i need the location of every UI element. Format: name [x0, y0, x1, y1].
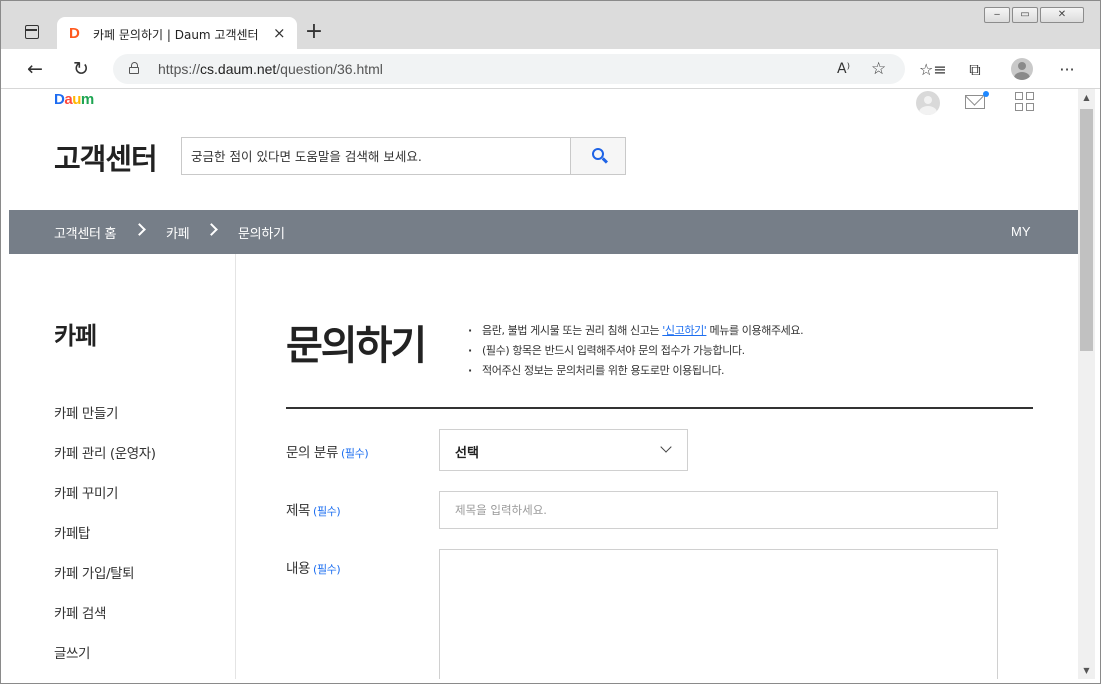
url-path: /question/36.html [276, 61, 383, 77]
add-favorite-icon[interactable]: ☆ [871, 60, 886, 78]
sidebar-item-writing[interactable]: 글쓰기 [54, 642, 90, 662]
category-label-text: 문의 분류 [286, 445, 338, 461]
url-host: cs.daum.net [200, 61, 277, 77]
help-search-box [181, 137, 626, 175]
notice-item: 적어주신 정보는 문의처리를 위한 용도로만 이용됩니다. [468, 361, 803, 381]
category-select[interactable]: 선택 [439, 429, 688, 471]
chevron-right-icon [205, 223, 218, 236]
report-link[interactable]: '신고하기' [662, 324, 707, 337]
notice-text: (필수) 항목은 반드시 입력해주셔야 문의 접수가 가능합니다. [482, 344, 745, 357]
notice-text: 적어주신 정보는 문의처리를 위한 용도로만 이용됩니다. [482, 364, 725, 377]
help-search-input[interactable] [182, 138, 570, 174]
sidebar-item-search[interactable]: 카페 검색 [54, 602, 106, 622]
browser-tab-active[interactable]: D 카페 문의하기 | Daum 고객센터 × [57, 17, 297, 49]
chevron-down-icon [660, 441, 672, 453]
more-menu-icon[interactable]: ··· [1056, 59, 1078, 81]
tab-actions-icon [25, 25, 39, 39]
maximize-button[interactable]: ▭ [1012, 7, 1038, 23]
minimize-button[interactable]: ‒ [984, 7, 1010, 23]
required-tag: (필수) [340, 447, 369, 460]
read-aloud-icon[interactable]: A⁾ [837, 60, 850, 78]
daum-favicon-icon: D [69, 25, 80, 42]
mail-icon[interactable] [965, 95, 985, 109]
notice-text: 음란, 불법 게시물 또는 권리 침해 신고는 [482, 324, 663, 337]
content-label-text: 내용 [286, 561, 311, 577]
sidebar-title: 카페 [54, 322, 97, 350]
scroll-thumb[interactable] [1080, 109, 1093, 351]
favorites-icon[interactable]: ☆≡ [919, 59, 947, 81]
breadcrumb-current: 문의하기 [238, 227, 285, 242]
lock-icon[interactable] [129, 62, 139, 74]
url-text[interactable]: https://cs.daum.net/question/36.html [158, 61, 383, 77]
logo-letter: m [80, 91, 94, 108]
browser-profile-icon[interactable] [1011, 58, 1033, 80]
apps-grid-icon[interactable] [1015, 92, 1035, 112]
window-controls: ‒ ▭ ✕ [982, 7, 1084, 23]
notice-item: (필수) 항목은 반드시 입력해주셔야 문의 접수가 가능합니다. [468, 341, 803, 361]
category-select-value: 선택 [455, 446, 479, 461]
breadcrumb-cafe[interactable]: 카페 [166, 223, 190, 242]
customer-center-title[interactable]: 고객센터 [54, 136, 158, 178]
page-title: 문의하기 [286, 323, 427, 369]
page-viewport: Daum 고객센터 고객센터 홈 카페 문의하기 MY 카페 카페 만들기 [9, 89, 1078, 679]
notice-item: 음란, 불법 게시물 또는 권리 침해 신고는 '신고하기' 메뉴를 이용해주세… [468, 321, 804, 341]
scroll-down-icon[interactable]: ▼ [1078, 662, 1095, 679]
logo-letter: u [72, 91, 81, 108]
browser-window: D 카페 문의하기 | Daum 고객센터 × + ‒ ▭ ✕ ← ↻ http… [0, 0, 1101, 684]
required-tag: (필수) [313, 505, 341, 518]
required-tag: (필수) [313, 563, 341, 576]
sidebar: 카페 카페 만들기 카페 관리 (운영자) 카페 꾸미기 카페탑 카페 가입/탈… [9, 254, 236, 679]
new-tab-button[interactable]: + [303, 19, 325, 45]
my-link[interactable]: MY [1011, 224, 1031, 239]
scroll-up-icon[interactable]: ▲ [1078, 89, 1095, 106]
category-label: 문의 분류 (필수) [286, 441, 369, 461]
title-divider [286, 407, 1033, 409]
close-window-button[interactable]: ✕ [1040, 7, 1084, 23]
tab-actions-button[interactable] [15, 17, 51, 47]
user-profile-icon[interactable] [916, 91, 940, 115]
search-button[interactable] [570, 138, 625, 174]
collections-icon[interactable]: ⧉ [964, 59, 986, 81]
subject-input[interactable] [439, 491, 998, 529]
logo-letter: a [64, 91, 73, 108]
breadcrumb-bar: 고객센터 홈 카페 문의하기 MY [9, 210, 1078, 254]
page-scrollbar[interactable]: ▲ ▼ [1078, 89, 1095, 679]
url-scheme: https:// [158, 61, 201, 77]
subject-label-text: 제목 [286, 503, 311, 519]
back-arrow-icon[interactable]: ← [23, 57, 47, 81]
reload-icon[interactable]: ↻ [69, 57, 93, 81]
browser-titlebar: D 카페 문의하기 | Daum 고객센터 × + ‒ ▭ ✕ [1, 1, 1100, 49]
notice-list: 음란, 불법 게시물 또는 권리 침해 신고는 '신고하기' 메뉴를 이용해주세… [468, 321, 804, 381]
chevron-right-icon [133, 223, 146, 236]
logo-letter: D [54, 91, 65, 108]
tab-close-icon[interactable]: × [273, 24, 286, 42]
subject-label: 제목 (필수) [286, 499, 341, 519]
daum-logo[interactable]: Daum [54, 91, 94, 108]
content-textarea[interactable] [439, 549, 998, 679]
sidebar-item-join-leave[interactable]: 카페 가입/탈퇴 [54, 562, 135, 582]
notice-text: 메뉴를 이용해주세요. [706, 324, 804, 337]
breadcrumb-home[interactable]: 고객센터 홈 [54, 223, 116, 242]
sidebar-item-create-cafe[interactable]: 카페 만들기 [54, 402, 118, 422]
mail-notification-dot [983, 91, 989, 97]
sidebar-item-decorate[interactable]: 카페 꾸미기 [54, 482, 118, 502]
tab-title: 카페 문의하기 | Daum 고객센터 [93, 28, 259, 42]
address-bar[interactable]: https://cs.daum.net/question/36.html A⁾ … [113, 54, 905, 84]
content-label: 내용 (필수) [286, 557, 341, 577]
sidebar-item-cafetop[interactable]: 카페탑 [54, 522, 90, 542]
sidebar-item-cafe-admin[interactable]: 카페 관리 (운영자) [54, 442, 156, 462]
